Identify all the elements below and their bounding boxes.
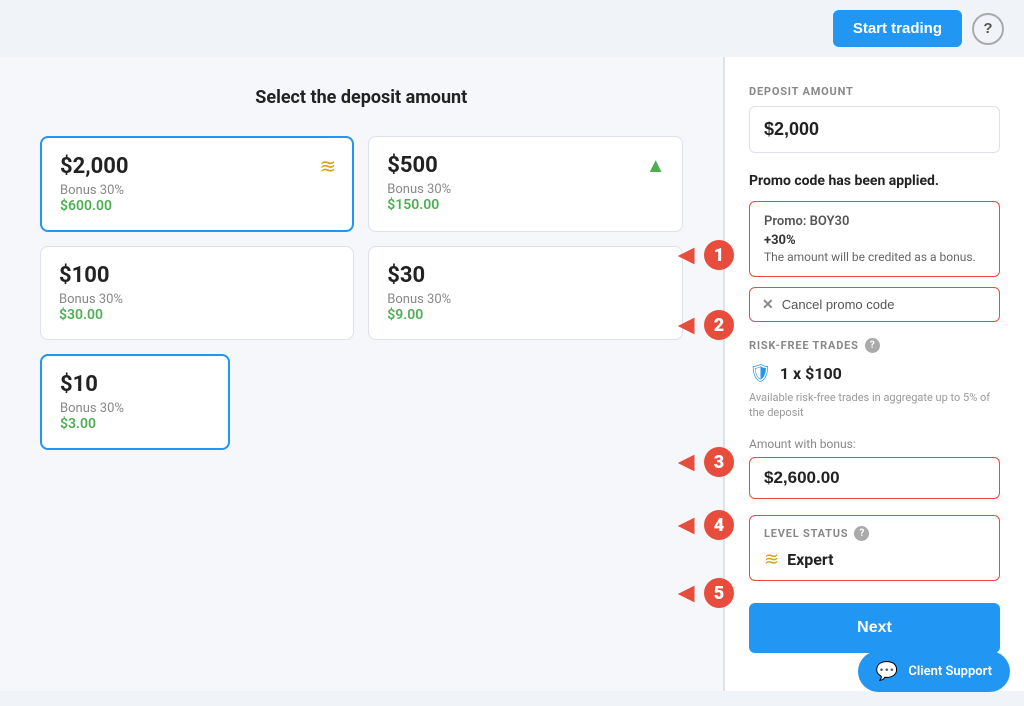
cancel-x-icon: ✕ — [762, 296, 774, 313]
card-amount: $500 — [387, 153, 663, 178]
card-icon-gold: ≋ — [319, 154, 336, 178]
level-status-info-icon[interactable]: ? — [854, 526, 869, 541]
level-status-content: ≋ Expert — [764, 549, 985, 570]
main-layout: Select the deposit amount $2,000 Bonus 3… — [0, 57, 1024, 691]
client-support-label: Client Support — [908, 664, 992, 679]
card-amount: $30 — [387, 263, 663, 288]
left-panel-title: Select the deposit amount — [40, 87, 683, 108]
card-amount: $10 — [60, 372, 210, 397]
level-icon: ≋ — [764, 549, 779, 570]
risk-free-badge: 🛡 1 x $100 — [749, 363, 1000, 384]
promo-applied-text: Promo code has been applied. — [749, 173, 1000, 189]
right-panel: DEPOSIT AMOUNT Promo code has been appli… — [724, 57, 1024, 691]
card-amount: $2,000 — [60, 154, 334, 179]
top-bar: Start trading ? — [0, 0, 1024, 57]
card-bonus-label: Bonus 30% — [60, 401, 210, 416]
amount-with-bonus-input[interactable] — [749, 457, 1000, 499]
cancel-promo-button[interactable]: ✕ Cancel promo code — [749, 287, 1000, 322]
level-status-label: LEVEL STATUS — [764, 527, 848, 540]
help-button[interactable]: ? — [972, 13, 1004, 45]
risk-free-label-row: RISK-FREE TRADES ? — [749, 338, 1000, 353]
start-trading-button[interactable]: Start trading — [833, 10, 962, 47]
deposit-amount-label: DEPOSIT AMOUNT — [749, 85, 1000, 98]
card-icon-green: ▲ — [646, 153, 666, 178]
card-bonus-label: Bonus 30% — [60, 183, 334, 198]
card-bonus-value: $150.00 — [387, 197, 663, 213]
deposit-card-500[interactable]: $500 Bonus 30% $150.00 ▲ — [368, 136, 682, 232]
risk-free-info-icon[interactable]: ? — [865, 338, 880, 353]
promo-desc-line: The amount will be credited as a bonus. — [764, 250, 985, 264]
deposit-amount-input[interactable] — [749, 106, 1000, 153]
card-amount: $100 — [59, 263, 335, 288]
deposit-card-30[interactable]: $30 Bonus 30% $9.00 — [368, 246, 682, 340]
level-name: Expert — [787, 550, 833, 569]
card-bonus-label: Bonus 30% — [387, 292, 663, 307]
promo-code-line: Promo: BOY30 — [764, 214, 985, 229]
card-bonus-value: $600.00 — [60, 198, 334, 214]
deposit-card-2000[interactable]: $2,000 Bonus 30% $600.00 ≋ — [40, 136, 354, 232]
risk-free-amount: 1 x $100 — [780, 364, 842, 383]
next-button[interactable]: Next — [749, 603, 1000, 653]
risk-free-label: RISK-FREE TRADES — [749, 339, 859, 352]
shield-icon: 🛡 — [749, 363, 772, 384]
deposit-card-10[interactable]: $10 Bonus 30% $3.00 — [40, 354, 230, 450]
left-panel: Select the deposit amount $2,000 Bonus 3… — [0, 57, 723, 691]
client-support-button[interactable]: 💬 Client Support — [858, 651, 1010, 692]
deposit-card-100[interactable]: $100 Bonus 30% $30.00 — [40, 246, 354, 340]
card-bonus-label: Bonus 30% — [387, 182, 663, 197]
card-bonus-value: $3.00 — [60, 416, 210, 432]
amount-with-bonus-label: Amount with bonus: — [749, 437, 1000, 451]
promo-box: Promo: BOY30 +30% The amount will be cre… — [749, 201, 1000, 277]
card-bonus-label: Bonus 30% — [59, 292, 335, 307]
promo-percent-line: +30% — [764, 233, 985, 248]
chat-icon: 💬 — [876, 661, 898, 682]
card-bonus-value: $9.00 — [387, 307, 663, 323]
cards-grid: $2,000 Bonus 30% $600.00 ≋ $500 Bonus 30… — [40, 136, 683, 450]
level-status-label-row: LEVEL STATUS ? — [764, 526, 985, 541]
risk-free-note: Available risk-free trades in aggregate … — [749, 390, 1000, 421]
cancel-promo-label: Cancel promo code — [782, 297, 895, 312]
card-bonus-value: $30.00 — [59, 307, 335, 323]
level-status-box: LEVEL STATUS ? ≋ Expert — [749, 515, 1000, 581]
